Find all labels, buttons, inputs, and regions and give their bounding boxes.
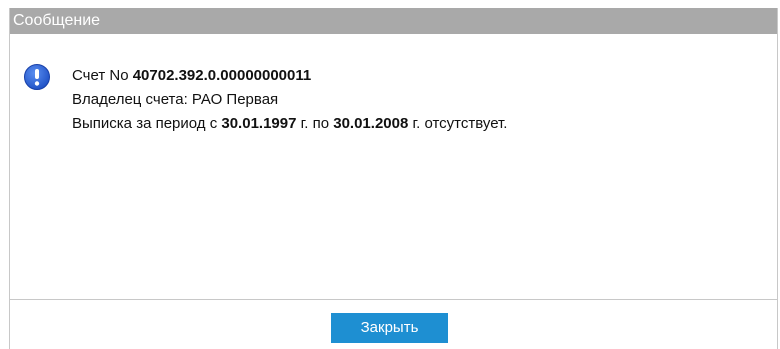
message-text: Счет No 40702.392.0.00000000011 Владелец… <box>72 64 507 136</box>
statement-line: Выписка за период с 30.01.1997 г. по 30.… <box>72 112 507 136</box>
date-from: 30.01.1997 <box>221 115 297 132</box>
statement-prefix: Выписка за период с <box>72 115 222 132</box>
account-number: 40702.392.0.00000000011 <box>132 67 312 84</box>
account-line: Счет No 40702.392.0.00000000011 <box>72 64 507 88</box>
dialog-content: Счет No 40702.392.0.00000000011 Владелец… <box>10 34 777 300</box>
dialog-footer: Закрыть <box>10 300 777 349</box>
message-dialog: Сообщение Счет No 40702.392.0.0000000001… <box>9 8 778 349</box>
dialog-title: Сообщение <box>10 8 777 34</box>
owner-line: Владелец счета: РАО Первая <box>72 91 279 108</box>
statement-middle: г. по <box>296 115 334 132</box>
close-button[interactable]: Закрыть <box>331 313 448 343</box>
statement-suffix: г. отсутствует. <box>408 115 508 132</box>
account-prefix: Счет No <box>72 67 133 84</box>
date-to: 30.01.2008 <box>333 115 409 132</box>
info-icon <box>24 64 50 90</box>
